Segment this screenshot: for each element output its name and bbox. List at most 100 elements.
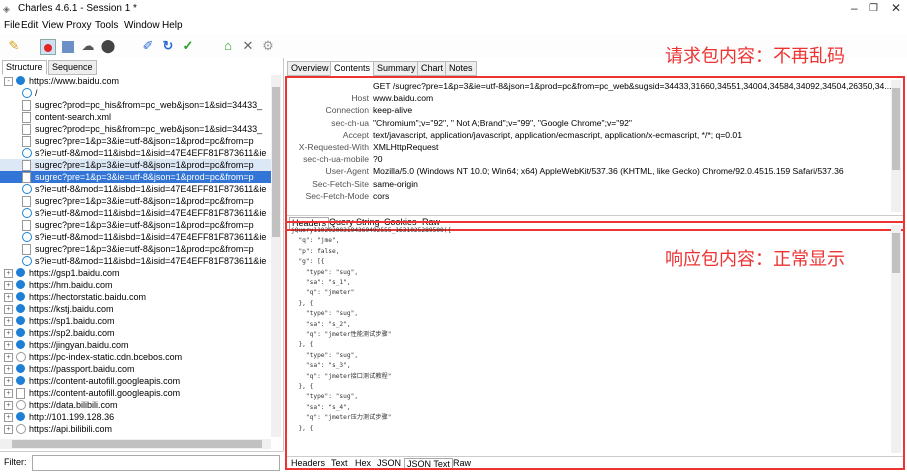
subtab-res-json[interactable]: JSON (375, 458, 403, 468)
tools-icon[interactable]: ✕ (240, 38, 256, 54)
request-node[interactable]: sugrec?pre=1&p=3&ie=utf-8&json=1&prod=pc… (0, 135, 271, 147)
host-node[interactable]: + https://pc-index-static.cdn.bcebos.com (0, 351, 271, 363)
request-node[interactable]: content-search.xml (0, 111, 271, 123)
minimize-icon[interactable]: – (851, 1, 858, 15)
tab-sequence[interactable]: Sequence (48, 60, 97, 75)
request-panel: GET /sugrec?pre=1&p=3&ie=utf-8&json=1&pr… (285, 76, 905, 231)
host-node[interactable]: + https://api.bilibili.com (0, 423, 271, 435)
request-node[interactable]: sugrec?pre=1&p=3&ie=utf-8&json=1&prod=pc… (0, 171, 271, 183)
host-node[interactable]: + https://kstj.baidu.com (0, 303, 271, 315)
expand-icon[interactable]: + (4, 281, 13, 290)
expand-icon[interactable]: + (4, 377, 13, 386)
host-node[interactable]: + https://data.bilibili.com (0, 399, 271, 411)
host-node[interactable]: + https://sp2.baidu.com (0, 327, 271, 339)
record-icon[interactable] (40, 38, 56, 55)
expand-icon[interactable]: + (4, 293, 13, 302)
menu-window[interactable]: Window (124, 20, 160, 31)
request-node[interactable]: s?ie=utf-8&mod=11&isbd=1&isid=47E4EFF81F… (0, 255, 271, 267)
menu-help[interactable]: Help (162, 20, 183, 31)
request-node[interactable]: sugrec?prod=pc_his&from=pc_web&json=1&si… (0, 123, 271, 135)
expand-icon[interactable]: + (4, 329, 13, 338)
host-node[interactable]: + https://gsp1.baidu.com (0, 267, 271, 279)
basket-icon[interactable]: ⌂ (220, 38, 236, 54)
subtab-res-text[interactable]: Text (329, 458, 350, 468)
tree-hscroll-thumb[interactable] (12, 440, 262, 448)
expand-icon[interactable]: + (4, 341, 13, 350)
throttle-icon[interactable] (60, 38, 76, 54)
expand-icon[interactable]: + (4, 353, 13, 362)
subtab-res-json-text[interactable]: JSON Text (404, 458, 453, 468)
request-node[interactable]: s?ie=utf-8&mod=11&isbd=1&isid=47E4EFF81F… (0, 183, 271, 195)
tab-structure[interactable]: Structure (2, 60, 47, 75)
document-icon (22, 196, 31, 207)
broom-icon[interactable]: ✎ (6, 38, 22, 54)
check-icon[interactable]: ✓ (180, 38, 196, 54)
menu-view[interactable]: View (42, 20, 64, 31)
host-node[interactable]: + https://hm.baidu.com (0, 279, 271, 291)
tab-notes[interactable]: Notes (445, 61, 477, 76)
tree-label: https://hm.baidu.com (29, 280, 113, 290)
host-node[interactable]: + http://101.199.128.36 (0, 411, 271, 423)
tab-summary[interactable]: Summary (373, 61, 420, 76)
maximize-icon[interactable]: ❐ (869, 3, 878, 14)
expand-icon[interactable]: + (4, 401, 13, 410)
settings-icon[interactable]: ⚙ (260, 38, 276, 54)
menu-edit[interactable]: Edit (21, 20, 38, 31)
subtab-res-headers[interactable]: Headers (289, 458, 327, 468)
request-icon (22, 256, 32, 266)
request-node[interactable]: sugrec?pre=1&p=3&ie=utf-8&json=1&prod=pc… (0, 195, 271, 207)
menu-file[interactable]: File (4, 20, 20, 31)
tree-label: https://jingyan.baidu.com (29, 340, 129, 350)
refresh-icon[interactable]: ↻ (160, 38, 176, 54)
request-node[interactable]: sugrec?pre=1&p=3&ie=utf-8&json=1&prod=pc… (0, 243, 271, 255)
tree-label: https://kstj.baidu.com (29, 304, 114, 314)
expand-icon[interactable]: + (4, 317, 13, 326)
document-icon (22, 100, 31, 111)
request-node[interactable]: sugrec?pre=1&p=3&ie=utf-8&json=1&prod=pc… (0, 159, 271, 171)
breakpoint-icon[interactable]: ☁ (80, 38, 96, 54)
response-scroll-thumb[interactable] (892, 233, 900, 273)
subtab-res-hex[interactable]: Hex (353, 458, 373, 468)
globe-icon (16, 304, 25, 313)
expand-icon[interactable]: + (4, 305, 13, 314)
request-node[interactable]: sugrec?pre=1&p=3&ie=utf-8&json=1&prod=pc… (0, 219, 271, 231)
expand-icon[interactable]: + (4, 389, 13, 398)
expand-icon[interactable]: + (4, 425, 13, 434)
request-node[interactable]: sugrec?prod=pc_his&from=pc_web&json=1&si… (0, 99, 271, 111)
request-node[interactable]: s?ie=utf-8&mod=11&isbd=1&isid=47E4EFF81F… (0, 231, 271, 243)
menu-proxy[interactable]: Proxy (66, 20, 92, 31)
expand-icon[interactable]: + (4, 269, 13, 278)
tree-scroll-thumb[interactable] (272, 87, 280, 237)
tab-chart[interactable]: Chart (417, 61, 448, 76)
host-node[interactable]: + https://jingyan.baidu.com (0, 339, 271, 351)
expand-icon[interactable]: + (4, 413, 13, 422)
pen-icon[interactable]: ✐ (140, 38, 156, 54)
menu-tools[interactable]: Tools (95, 20, 118, 31)
response-json-line: "sa": "s_2", (291, 320, 351, 328)
response-scrollbar[interactable] (891, 225, 901, 453)
host-node[interactable]: + https://sp1.baidu.com (0, 315, 271, 327)
host-node[interactable]: + https://hectorstatic.baidu.com (0, 291, 271, 303)
request-scroll-thumb[interactable] (892, 88, 900, 170)
filter-input[interactable] (32, 455, 280, 471)
request-scrollbar[interactable] (891, 80, 901, 212)
subtab-res-raw[interactable]: Raw (451, 458, 473, 468)
host-node[interactable]: + https://passport.baidu.com (0, 363, 271, 375)
tree-label: https://passport.baidu.com (29, 364, 135, 374)
collapse-icon[interactable]: - (4, 77, 13, 86)
host-node[interactable]: + https://content-autofill.googleapis.com (0, 375, 271, 387)
request-node[interactable]: / (0, 87, 271, 99)
expand-icon[interactable]: + (4, 365, 13, 374)
tab-overview[interactable]: Overview (287, 61, 333, 76)
host-node[interactable]: - https://www.baidu.com (0, 75, 271, 87)
stop-icon[interactable]: ⬤ (100, 38, 116, 54)
request-node[interactable]: s?ie=utf-8&mod=11&isbd=1&isid=47E4EFF81F… (0, 147, 271, 159)
tab-contents[interactable]: Contents (330, 61, 375, 76)
request-node[interactable]: s?ie=utf-8&mod=11&isbd=1&isid=47E4EFF81F… (0, 207, 271, 219)
host-node[interactable]: + https://content-autofill.googleapis.com (0, 387, 271, 399)
header-value: Mozilla/5.0 (Windows NT 10.0; Win64; x64… (373, 166, 844, 177)
tree-horizontal-scrollbar[interactable] (0, 439, 271, 449)
close-icon[interactable]: ✕ (891, 1, 901, 15)
tree-vertical-scrollbar[interactable] (271, 75, 281, 437)
document-icon (22, 220, 31, 231)
